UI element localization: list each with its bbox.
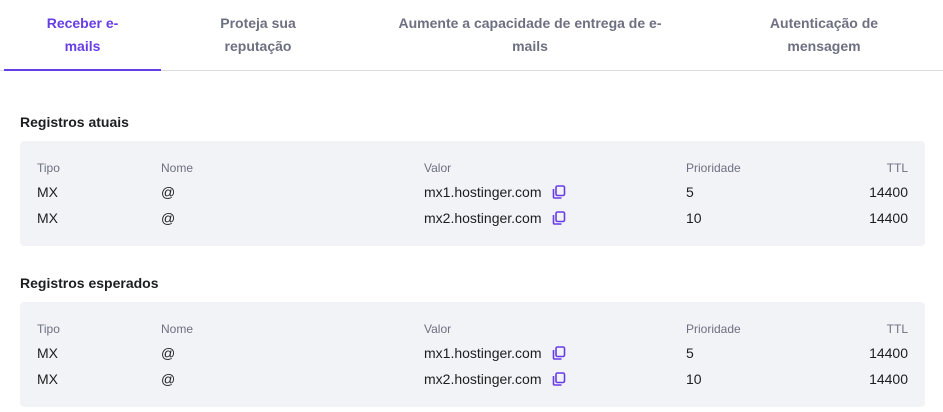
tab-label-line: mails: [512, 38, 548, 54]
column-header-priority: Prioridade: [686, 161, 741, 175]
record-value-text: mx2.hostinger.com: [424, 210, 542, 226]
record-value-text: mx1.hostinger.com: [424, 345, 542, 361]
tab-label-line: reputação: [224, 38, 292, 54]
record-name: @: [161, 210, 176, 226]
copy-icon[interactable]: [552, 372, 566, 387]
record-name: @: [161, 184, 176, 200]
tab-label-line: Receber e-: [46, 15, 119, 31]
record-value: mx2.hostinger.com: [424, 371, 566, 387]
record-value: mx1.hostinger.com: [424, 184, 566, 200]
column-header-name: Nome: [161, 322, 194, 336]
record-type: MX: [37, 345, 58, 361]
tab-protect-reputation[interactable]: Proteja sua reputação: [180, 0, 336, 70]
tab-label-line: mensagem: [787, 38, 861, 54]
copy-icon[interactable]: [552, 346, 566, 361]
tab-label-line: Autenticação de: [769, 15, 879, 31]
column-header-priority: Prioridade: [686, 322, 741, 336]
column-header-type: Tipo: [37, 161, 60, 175]
expected-records-title: Registros esperados: [20, 275, 159, 291]
column-header-ttl: TTL: [886, 322, 908, 336]
record-ttl: 14400: [869, 371, 908, 387]
tab-receive-emails[interactable]: Receber e-mails: [4, 0, 161, 71]
record-priority: 10: [686, 210, 702, 226]
column-header-type: Tipo: [37, 322, 60, 336]
record-priority: 10: [686, 371, 702, 387]
record-priority: 5: [686, 345, 694, 361]
copy-icon[interactable]: [552, 185, 566, 200]
record-type: MX: [37, 184, 58, 200]
record-ttl: 14400: [869, 345, 908, 361]
tab-bar: Receber e-mails Proteja sua reputação Aum…: [0, 0, 943, 71]
record-value-text: mx2.hostinger.com: [424, 371, 542, 387]
tab-message-authentication[interactable]: Autenticação de mensagem: [740, 0, 908, 70]
current-records-title: Registros atuais: [20, 114, 129, 130]
record-value-text: mx1.hostinger.com: [424, 184, 542, 200]
tab-label-line: Proteja sua: [220, 15, 296, 31]
record-name: @: [161, 371, 176, 387]
tab-label-line: Aumente a capacidade de entrega de e-: [398, 15, 662, 31]
column-header-value: Valor: [424, 322, 452, 336]
tab-deliverability[interactable]: Aumente a capacidade de entrega de e-mai…: [380, 0, 680, 70]
column-header-value: Valor: [424, 161, 452, 175]
record-ttl: 14400: [869, 210, 908, 226]
current-records-table: Tipo Nome Valor Prioridade TTL MX @ mx1.…: [20, 141, 925, 246]
record-name: @: [161, 345, 176, 361]
record-value: mx2.hostinger.com: [424, 210, 566, 226]
column-header-name: Nome: [161, 161, 194, 175]
tab-label-line: mails: [64, 38, 101, 54]
record-ttl: 14400: [869, 184, 908, 200]
record-type: MX: [37, 371, 58, 387]
record-type: MX: [37, 210, 58, 226]
record-value: mx1.hostinger.com: [424, 345, 566, 361]
column-header-ttl: TTL: [886, 161, 908, 175]
expected-records-table: Tipo Nome Valor Prioridade TTL MX @ mx1.…: [20, 302, 925, 407]
copy-icon[interactable]: [552, 211, 566, 226]
record-priority: 5: [686, 184, 694, 200]
